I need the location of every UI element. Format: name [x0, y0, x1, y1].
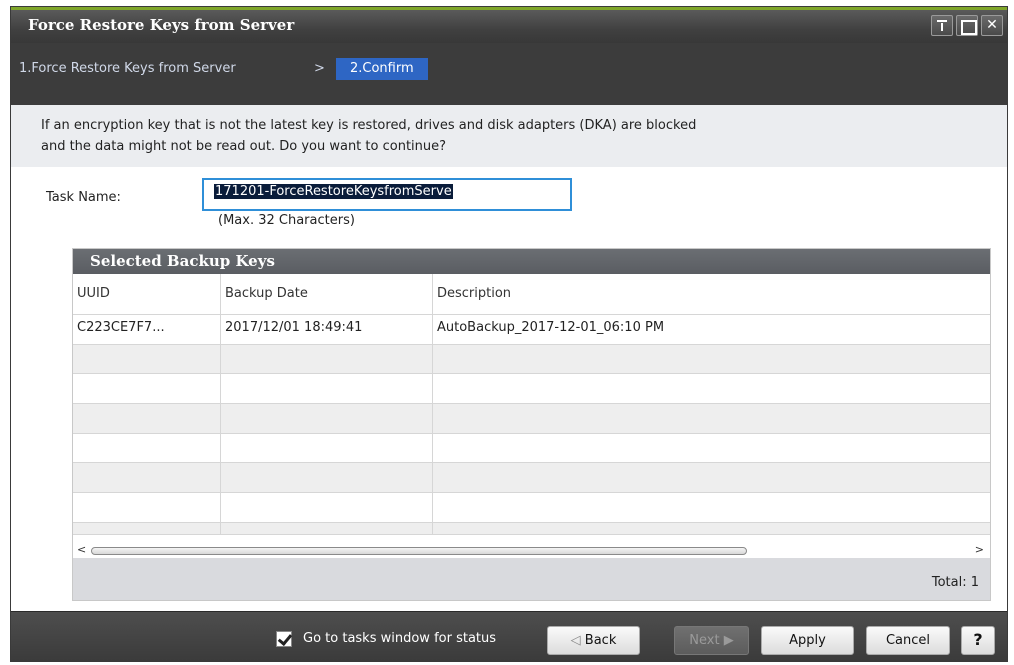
- scroll-right-arrow[interactable]: >: [975, 543, 984, 556]
- empty-cell: [433, 374, 990, 403]
- empty-cell: [73, 404, 221, 433]
- table-row-empty: [73, 374, 990, 405]
- table-footer: Total: 1: [73, 558, 990, 600]
- close-icon[interactable]: ✕: [981, 15, 1003, 36]
- empty-cell: [73, 463, 221, 493]
- wizard-steps: 1.Force Restore Keys from Server > 2.Con…: [11, 43, 1007, 105]
- help-button[interactable]: ?: [961, 626, 995, 655]
- column-header-backup-date[interactable]: Backup Date: [221, 274, 433, 314]
- empty-cell: [433, 523, 990, 534]
- column-header-uuid[interactable]: UUID: [73, 274, 221, 314]
- task-name-label: Task Name:: [46, 190, 121, 205]
- empty-cell: [221, 463, 433, 493]
- back-button[interactable]: ◁ Back: [547, 626, 640, 655]
- table-row-empty: [73, 404, 990, 434]
- empty-cell: [73, 433, 221, 463]
- cell-description: AutoBackup_2017-12-01_06:10 PM: [437, 320, 665, 335]
- empty-cell: [221, 374, 433, 404]
- back-button-label: Back: [584, 633, 617, 648]
- column-header-description[interactable]: Description: [433, 274, 990, 314]
- dialog-window: Force Restore Keys from Server ✕ 1.Force…: [10, 6, 1008, 662]
- wizard-step-separator: >: [314, 61, 325, 76]
- empty-cell: [433, 434, 990, 463]
- empty-cell: [73, 374, 221, 404]
- warning-message: If an encryption key that is not the lat…: [11, 105, 1007, 167]
- empty-cell: [221, 433, 433, 463]
- table-row[interactable]: C223CE7F7... 2017/12/01 18:49:41 AutoBac…: [73, 315, 990, 345]
- window-title: Force Restore Keys from Server: [28, 16, 295, 34]
- scroll-left-arrow[interactable]: <: [77, 543, 86, 556]
- table-row-empty: [73, 463, 990, 494]
- chevron-right-icon: ▶: [719, 633, 734, 648]
- scrollbar-thumb[interactable]: [91, 547, 747, 555]
- task-name-hint: (Max. 32 Characters): [218, 213, 355, 228]
- empty-cell: [221, 404, 433, 433]
- horizontal-scrollbar[interactable]: < >: [73, 543, 990, 558]
- next-button[interactable]: Next ▶: [674, 626, 749, 655]
- next-button-label: Next: [689, 633, 720, 648]
- empty-cell: [433, 345, 990, 374]
- table-row-empty: [73, 522, 990, 535]
- empty-cell: [73, 522, 221, 534]
- warning-message-line-2: and the data might not be read out. Do y…: [41, 139, 447, 154]
- cell-backup-date: 2017/12/01 18:49:41: [221, 315, 433, 344]
- selected-backup-keys-table: Selected Backup Keys UUID Backup Date De…: [72, 248, 991, 601]
- empty-cell: [73, 344, 221, 374]
- empty-cell: [433, 404, 990, 433]
- dialog-footer: Go to tasks window for status ◁ Back Nex…: [11, 611, 1007, 661]
- wizard-step-2-current: 2.Confirm: [336, 58, 428, 80]
- go-to-tasks-checkbox[interactable]: [276, 631, 292, 647]
- table-title: Selected Backup Keys: [73, 249, 990, 274]
- pin-icon[interactable]: [931, 15, 953, 36]
- title-bar-buttons: ✕: [931, 15, 1003, 36]
- empty-cell: [73, 493, 221, 522]
- table-row-empty: [73, 344, 990, 375]
- apply-button[interactable]: Apply: [761, 626, 854, 655]
- empty-cell: [433, 493, 990, 522]
- table-row-empty: [73, 433, 990, 464]
- cell-uuid: C223CE7F7...: [73, 315, 221, 344]
- empty-cell: [221, 522, 433, 534]
- empty-cell: [221, 344, 433, 374]
- empty-cell: [433, 463, 990, 492]
- empty-cell: [221, 493, 433, 522]
- cancel-button[interactable]: Cancel: [866, 626, 950, 655]
- task-name-input[interactable]: 171201-ForceRestoreKeysfromServe: [202, 178, 572, 211]
- total-count: Total: 1: [931, 575, 979, 590]
- table-row-empty: [73, 493, 990, 523]
- go-to-tasks-label[interactable]: Go to tasks window for status: [303, 631, 496, 646]
- wizard-step-1[interactable]: 1.Force Restore Keys from Server: [19, 61, 236, 76]
- warning-message-line-1: If an encryption key that is not the lat…: [41, 118, 697, 133]
- title-bar: Force Restore Keys from Server ✕: [11, 7, 1007, 43]
- maximize-icon[interactable]: [956, 15, 978, 36]
- chevron-left-icon: ◁: [570, 633, 585, 648]
- table-header: UUID Backup Date Description: [73, 274, 990, 315]
- task-name-value: 171201-ForceRestoreKeysfromServe: [214, 184, 453, 199]
